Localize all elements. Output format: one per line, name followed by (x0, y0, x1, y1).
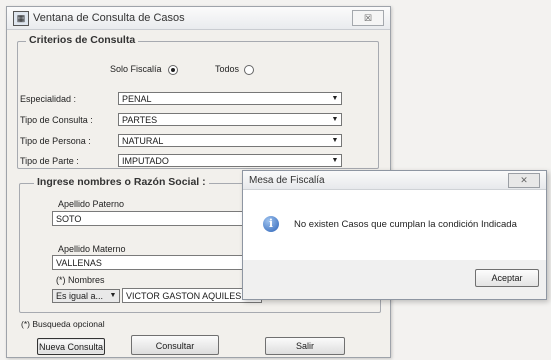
radio-solo-fiscalia[interactable] (168, 65, 178, 75)
apellido-paterno-input[interactable]: SOTO (52, 211, 252, 226)
nueva-consulta-button[interactable]: Nueva Consulta (37, 338, 105, 355)
dialog-title: Mesa de Fiscalía (249, 175, 325, 186)
chevron-down-icon[interactable]: ▼ (330, 156, 340, 165)
chevron-down-icon[interactable]: ▼ (330, 94, 340, 103)
nombres-label: (*) Nombres (56, 275, 105, 285)
nombres-legend: Ingrese nombres o Razón Social : (34, 176, 209, 188)
chevron-down-icon[interactable]: ▼ (108, 291, 118, 300)
apellido-materno-input[interactable]: VALLENAS (52, 255, 252, 270)
chevron-down-icon[interactable]: ▼ (330, 136, 340, 145)
tipo-persona-value: NATURAL (122, 136, 164, 146)
tipo-consulta-value: PARTES (122, 115, 158, 125)
dialog-titlebar[interactable]: Mesa de Fiscalía ✕ (243, 171, 546, 190)
salir-button[interactable]: Salir (265, 337, 345, 355)
match-operator-value: Es igual a... (56, 291, 104, 301)
tipo-parte-select[interactable]: IMPUTADO ▼ (118, 154, 342, 167)
consultar-button[interactable]: Consultar (131, 335, 219, 355)
nombres-input[interactable]: VICTOR GASTON AQUILES (122, 288, 262, 303)
window-titlebar[interactable]: ▦ Ventana de Consulta de Casos ☒ (7, 7, 390, 30)
especialidad-select[interactable]: PENAL ▼ (118, 92, 342, 105)
info-icon: i (263, 216, 279, 232)
especialidad-label: Especialidad : (20, 94, 77, 104)
aceptar-button[interactable]: Aceptar (475, 269, 539, 287)
criterios-group: Criterios de Consulta Solo Fiscalía Todo… (17, 34, 379, 169)
dialog-body: i No existen Casos que cumplan la condic… (243, 190, 546, 260)
apellido-materno-label: Apellido Materno (58, 244, 126, 254)
optional-note: (*) Busqueda opcional (21, 319, 105, 329)
tipo-parte-label: Tipo de Parte : (20, 156, 79, 166)
radio-solo-fiscalia-label: Solo Fiscalía (110, 64, 162, 74)
radio-todos[interactable] (244, 65, 254, 75)
close-icon[interactable]: ☒ (352, 10, 384, 26)
dialog-message: No existen Casos que cumplan la condició… (294, 219, 517, 230)
window-title: Ventana de Consulta de Casos (33, 12, 185, 24)
tipo-consulta-label: Tipo de Consulta : (20, 115, 93, 125)
mesa-fiscalia-dialog: Mesa de Fiscalía ✕ i No existen Casos qu… (242, 170, 547, 300)
apellido-paterno-label: Apellido Paterno (58, 199, 125, 209)
especialidad-value: PENAL (122, 94, 152, 104)
match-operator-select[interactable]: Es igual a... ▼ (52, 289, 120, 303)
tipo-consulta-select[interactable]: PARTES ▼ (118, 113, 342, 126)
app-icon: ▦ (13, 11, 29, 26)
tipo-parte-value: IMPUTADO (122, 156, 169, 166)
tipo-persona-select[interactable]: NATURAL ▼ (118, 134, 342, 147)
criterios-legend: Criterios de Consulta (26, 34, 139, 46)
radio-todos-label: Todos (215, 64, 240, 74)
close-icon[interactable]: ✕ (508, 173, 540, 188)
tipo-persona-label: Tipo de Persona : (20, 136, 91, 146)
chevron-down-icon[interactable]: ▼ (330, 115, 340, 124)
